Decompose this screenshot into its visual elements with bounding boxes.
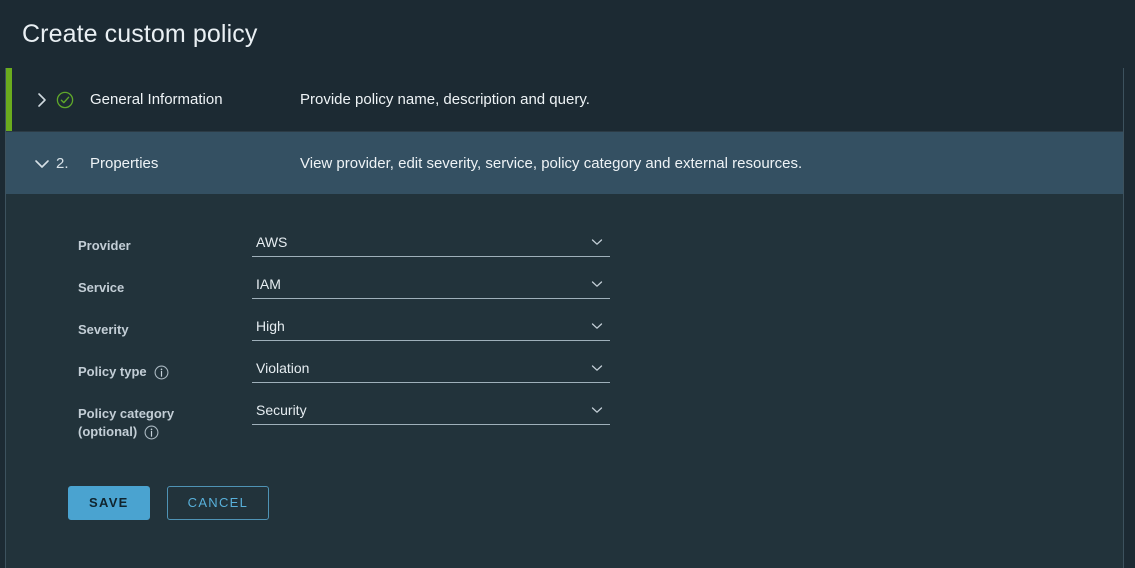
section-accent-bar [6, 68, 12, 131]
chevron-down-icon[interactable] [591, 406, 603, 414]
select-value: Security [256, 402, 307, 418]
field-label-optional-text: (optional) [78, 424, 138, 439]
form-actions: SAVE CANCEL [68, 486, 1123, 520]
field-policy-type: Policy type Violation [78, 358, 1123, 383]
service-select[interactable]: IAM [252, 274, 610, 299]
section-description: View provider, edit severity, service, p… [300, 154, 803, 172]
properties-form: Provider AWS Service IAM Severity High P… [6, 194, 1123, 520]
field-label-text: Policy category [78, 406, 175, 421]
policy-type-select[interactable]: Violation [252, 358, 610, 383]
field-label: Severity [78, 316, 252, 339]
chevron-down-icon[interactable] [591, 280, 603, 288]
cancel-button[interactable]: CANCEL [166, 486, 270, 520]
field-label-text: Policy type [78, 364, 147, 379]
field-label-text: Provider [78, 238, 131, 253]
chevron-down-icon[interactable] [28, 158, 56, 169]
select-value: AWS [256, 234, 288, 250]
field-label: Policy type [78, 358, 252, 381]
provider-select[interactable]: AWS [252, 232, 610, 257]
wizard-panel: General Information Provide policy name,… [5, 68, 1124, 568]
info-icon[interactable] [144, 425, 159, 440]
section-title: General Information [90, 91, 223, 108]
chevron-down-icon[interactable] [591, 364, 603, 372]
select-value: Violation [256, 360, 310, 376]
chevron-right-icon[interactable] [28, 92, 56, 108]
field-provider: Provider AWS [78, 232, 1123, 257]
field-policy-category: Policy category (optional) Security [78, 400, 1123, 441]
accordion-section-general-information[interactable]: General Information Provide policy name,… [6, 68, 1123, 132]
chevron-down-icon[interactable] [591, 238, 603, 246]
section-description: Provide policy name, description and que… [300, 91, 590, 108]
accordion-section-properties[interactable]: 2. Properties View provider, edit severi… [6, 132, 1123, 194]
field-label: Policy category (optional) [78, 400, 252, 441]
section-marker-number: 2. [56, 154, 69, 172]
field-label-text: Service [78, 280, 125, 295]
policy-category-select[interactable]: Security [252, 400, 610, 425]
section-status-marker [56, 91, 90, 109]
select-value: High [256, 318, 285, 334]
field-label-text: Severity [78, 322, 129, 337]
check-circle-icon [56, 91, 74, 109]
severity-select[interactable]: High [252, 316, 610, 341]
field-severity: Severity High [78, 316, 1123, 341]
select-value: IAM [256, 276, 281, 292]
field-label: Service [78, 274, 252, 297]
page-header: Create custom policy [0, 0, 1135, 68]
field-label: Provider [78, 232, 252, 255]
create-custom-policy-page: Create custom policy General Information… [0, 0, 1135, 568]
page-title: Create custom policy [22, 19, 258, 48]
save-button[interactable]: SAVE [68, 486, 150, 520]
field-service: Service IAM [78, 274, 1123, 299]
section-title: Properties [90, 154, 159, 172]
info-icon[interactable] [154, 365, 169, 380]
chevron-down-icon[interactable] [591, 322, 603, 330]
